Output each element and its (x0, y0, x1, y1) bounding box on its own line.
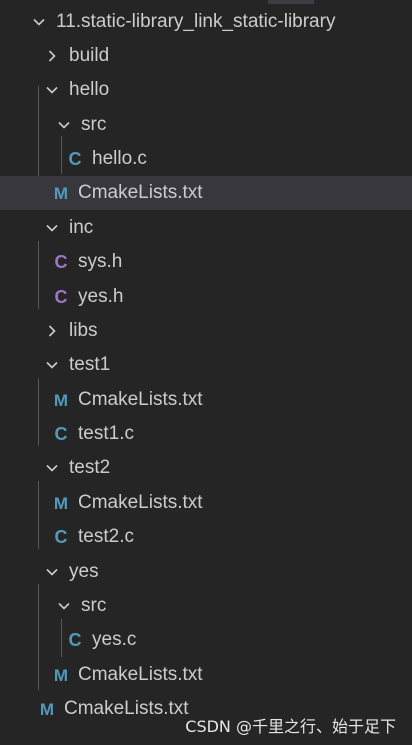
folder-root-label: 11.static-library_link_static-library (56, 11, 336, 32)
folder-inc[interactable]: inc (0, 211, 412, 245)
cmake-m-icon: M (53, 493, 69, 513)
cmake-m-icon: M (39, 699, 55, 719)
file-label: CmakeLists.txt (78, 182, 203, 203)
cmake-m-icon: M (53, 183, 69, 203)
chevron-down-icon (43, 563, 61, 581)
folder-label: yes (69, 561, 99, 582)
file-test1-c[interactable]: C test1.c (0, 417, 412, 451)
file-explorer-tree: 11.static-library_link_static-library bu… (0, 5, 412, 745)
chevron-right-icon (43, 322, 61, 340)
file-label: sys.h (78, 251, 123, 272)
c-file-icon: C (68, 630, 82, 650)
c-file-icon: C (68, 149, 82, 169)
file-test2-cmakelists[interactable]: M CmakeLists.txt (0, 486, 412, 520)
file-label: hello.c (92, 148, 147, 169)
folder-root[interactable]: 11.static-library_link_static-library (0, 5, 412, 39)
folder-yes[interactable]: yes (0, 555, 412, 589)
file-label: CmakeLists.txt (64, 698, 189, 719)
file-test1-cmakelists[interactable]: M CmakeLists.txt (0, 383, 412, 417)
chevron-right-icon (43, 47, 61, 65)
file-yes-cmakelists[interactable]: M CmakeLists.txt (0, 658, 412, 692)
folder-hello[interactable]: hello (0, 73, 412, 107)
file-label: CmakeLists.txt (78, 389, 203, 410)
chevron-down-icon (55, 597, 73, 615)
folder-label: src (81, 114, 107, 135)
chevron-down-icon (43, 219, 61, 237)
file-yes-h[interactable]: C yes.h (0, 280, 412, 314)
folder-label: test2 (69, 457, 111, 478)
folder-test1[interactable]: test1 (0, 348, 412, 382)
folder-label: hello (69, 79, 110, 100)
folder-label: build (69, 45, 110, 66)
tab-edge (268, 0, 314, 4)
file-hello-cmakelists[interactable]: M CmakeLists.txt (0, 176, 412, 210)
file-hello-c[interactable]: C hello.c (0, 142, 412, 176)
file-test2-c[interactable]: C test2.c (0, 520, 412, 554)
file-sys-h[interactable]: C sys.h (0, 245, 412, 279)
cmake-m-icon: M (53, 390, 69, 410)
file-label: yes.h (78, 286, 124, 307)
cmake-m-icon: M (53, 665, 69, 685)
folder-label: libs (69, 320, 98, 341)
file-label: CmakeLists.txt (78, 492, 203, 513)
file-label: CmakeLists.txt (78, 664, 203, 685)
watermark: CSDN @千里之行、始于足下 (185, 717, 396, 736)
c-file-icon: C (54, 527, 68, 547)
folder-build[interactable]: build (0, 39, 412, 73)
c-file-icon: C (54, 424, 68, 444)
chevron-down-icon (43, 459, 61, 477)
chevron-down-icon (55, 116, 73, 134)
chevron-down-icon (30, 13, 48, 31)
folder-hello-src[interactable]: src (0, 108, 412, 142)
chevron-down-icon (43, 81, 61, 99)
folder-libs[interactable]: libs (0, 314, 412, 348)
folder-label: inc (69, 217, 94, 238)
folder-label: src (81, 595, 107, 616)
file-label: test1.c (78, 423, 134, 444)
c-header-icon: C (54, 252, 68, 272)
file-label: yes.c (92, 629, 137, 650)
chevron-down-icon (43, 356, 61, 374)
file-label: test2.c (78, 526, 134, 547)
c-header-icon: C (54, 287, 68, 307)
folder-yes-src[interactable]: src (0, 589, 412, 623)
folder-label: test1 (69, 354, 111, 375)
folder-test2[interactable]: test2 (0, 451, 412, 485)
file-yes-c[interactable]: C yes.c (0, 623, 412, 657)
